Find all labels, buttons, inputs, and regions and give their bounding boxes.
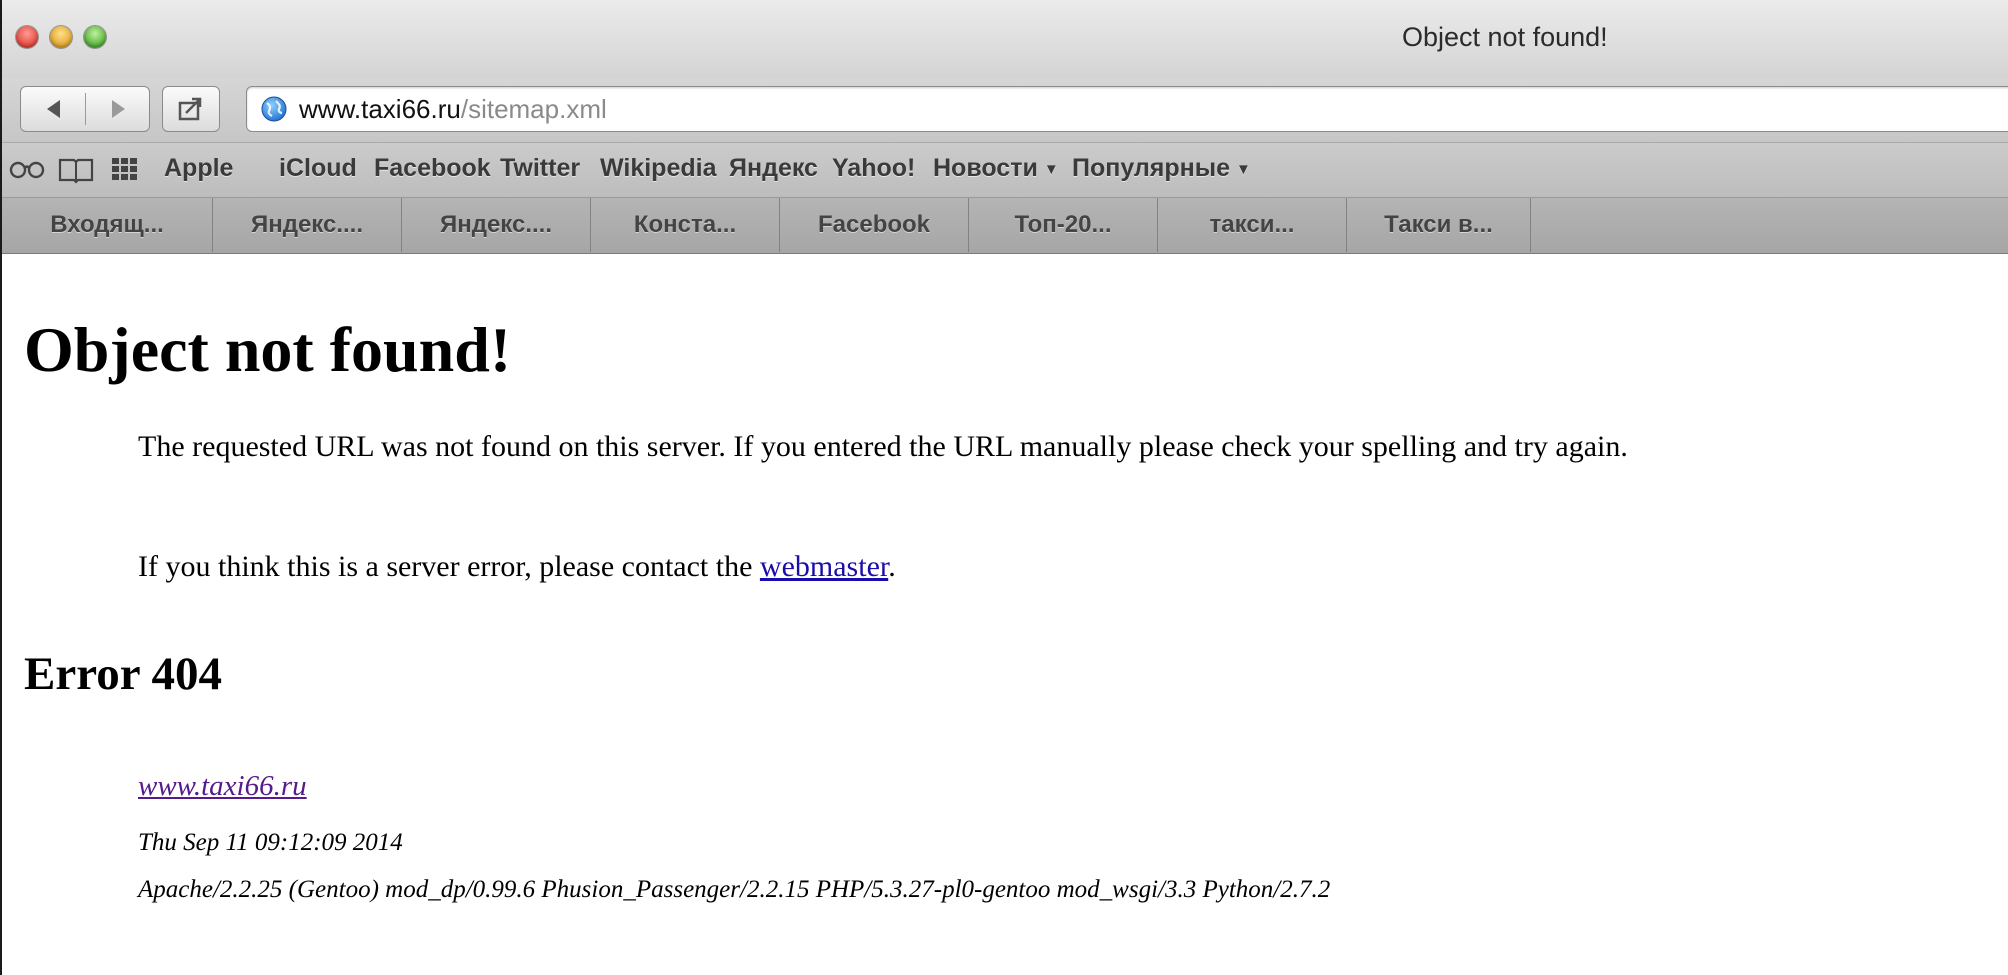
chevron-down-icon: ▼ bbox=[1236, 160, 1251, 178]
reading-list-icon[interactable] bbox=[8, 156, 48, 182]
zoom-icon[interactable] bbox=[84, 26, 106, 48]
bookmark-icloud[interactable]: iCloud bbox=[279, 154, 357, 183]
tab-facebook[interactable]: Facebook bbox=[780, 198, 969, 252]
tab-taxi[interactable]: такси... bbox=[1158, 198, 1347, 252]
bookmark-facebook[interactable]: Facebook bbox=[374, 154, 491, 183]
bookmarks-book-icon[interactable] bbox=[58, 156, 94, 184]
window-title: Object not found! bbox=[1402, 22, 1608, 52]
forward-button[interactable] bbox=[86, 87, 150, 131]
url-path: /sitemap.xml bbox=[460, 94, 607, 124]
address-bar[interactable]: www.taxi66.ru/sitemap.xml bbox=[246, 86, 2008, 132]
bookmark-news-label: Новости bbox=[933, 154, 1038, 182]
bookmark-wikipedia[interactable]: Wikipedia bbox=[600, 154, 716, 183]
tab-taxi-in[interactable]: Такси в... bbox=[1347, 198, 1531, 252]
url-domain: www.taxi66.ru bbox=[299, 94, 461, 124]
browser-window: Object not found! www.taxi66.ru/sitemap.… bbox=[0, 0, 2008, 975]
share-button[interactable] bbox=[162, 86, 220, 132]
back-icon bbox=[46, 100, 60, 118]
page-title: Object not found! bbox=[24, 314, 512, 385]
share-icon bbox=[178, 97, 202, 121]
bookmark-apple[interactable]: Apple bbox=[164, 154, 233, 183]
tab-yandex-2[interactable]: Яндекс.... bbox=[402, 198, 591, 252]
globe-icon bbox=[261, 96, 287, 122]
error-code-heading: Error 404 bbox=[24, 648, 222, 700]
back-forward-control bbox=[20, 86, 150, 132]
bookmark-popular-label: Популярные bbox=[1072, 154, 1231, 182]
webmaster-link[interactable]: webmaster bbox=[760, 550, 888, 583]
page-content: Object not found! The requested URL was … bbox=[2, 255, 2008, 975]
bookmark-twitter[interactable]: Twitter bbox=[500, 154, 580, 183]
top-sites-grid-icon[interactable] bbox=[110, 156, 140, 182]
url-text: www.taxi66.ru/sitemap.xml bbox=[299, 94, 607, 125]
chevron-down-icon: ▼ bbox=[1043, 160, 1059, 178]
server-info: Apache/2.2.25 (Gentoo) mod_dp/0.99.6 Phu… bbox=[138, 876, 1331, 903]
bookmark-yandex[interactable]: Яндекс bbox=[729, 154, 818, 183]
contact-message-text: If you think this is a server error, ple… bbox=[138, 550, 760, 583]
toolbar: www.taxi66.ru/sitemap.xml bbox=[2, 78, 2008, 142]
bookmark-yahoo[interactable]: Yahoo! bbox=[832, 154, 915, 183]
tab-yandex-1[interactable]: Яндекс.... bbox=[213, 198, 402, 252]
bookmarks-bar: Apple iCloud Facebook Twitter Wikipedia … bbox=[2, 142, 2008, 198]
site-link[interactable]: www.taxi66.ru bbox=[138, 770, 307, 803]
contact-message: If you think this is a server error, ple… bbox=[138, 550, 896, 584]
forward-icon bbox=[111, 100, 125, 118]
tab-bar: Входящ... Яндекс.... Яндекс.... Конста..… bbox=[2, 198, 2008, 254]
tab-inbox[interactable]: Входящ... bbox=[2, 198, 213, 252]
close-icon[interactable] bbox=[16, 26, 38, 48]
minimize-icon[interactable] bbox=[50, 26, 72, 48]
bookmark-news-folder[interactable]: Новости ▼ bbox=[933, 154, 1059, 183]
contact-message-end: . bbox=[888, 550, 896, 583]
tab-konsta[interactable]: Конста... bbox=[591, 198, 780, 252]
error-message: The requested URL was not found on this … bbox=[138, 430, 1628, 463]
title-bar: Object not found! bbox=[2, 0, 2008, 78]
timestamp: Thu Sep 11 09:12:09 2014 bbox=[138, 829, 403, 856]
tab-top-20[interactable]: Топ-20... bbox=[969, 198, 1158, 252]
bookmark-popular-folder[interactable]: Популярные ▼ bbox=[1072, 154, 1251, 183]
back-button[interactable] bbox=[21, 87, 85, 131]
